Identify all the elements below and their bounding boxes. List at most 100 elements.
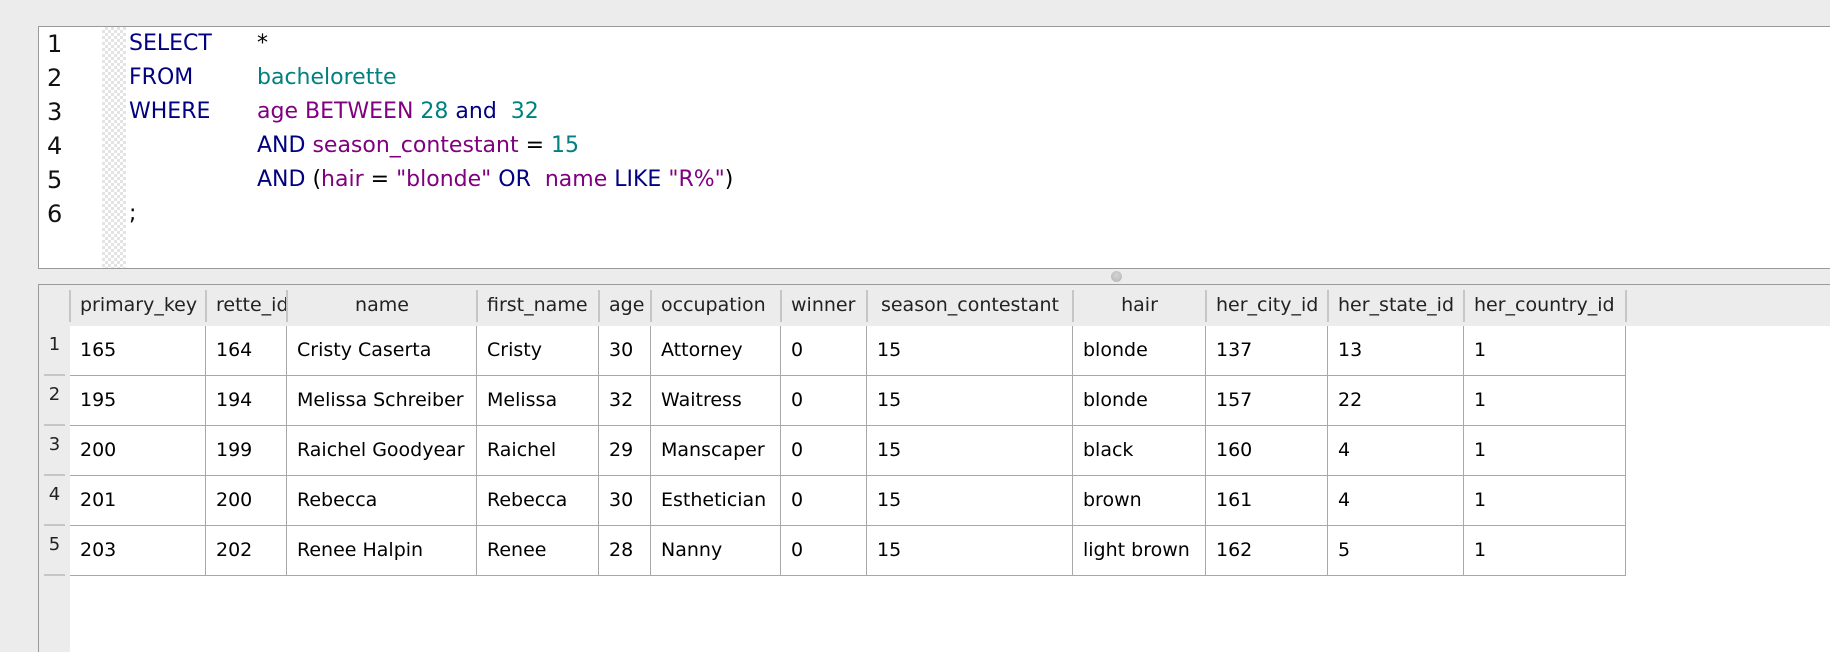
cell-rette-id[interactable]: 194 [206, 376, 287, 426]
code-line[interactable]: FROM bachelorette [129, 61, 396, 95]
cell-age[interactable]: 30 [599, 326, 651, 376]
pane-splitter[interactable] [38, 269, 1830, 284]
cell-her-city-id[interactable]: 157 [1206, 376, 1328, 426]
cell-age[interactable]: 28 [599, 526, 651, 576]
cell-hair[interactable]: blonde [1073, 326, 1206, 376]
row-number[interactable]: 5 [39, 526, 70, 576]
cell-hair[interactable]: blonde [1073, 376, 1206, 426]
code-token-kw: WHERE [129, 99, 211, 124]
cell-her-country-id[interactable]: 1 [1464, 426, 1626, 476]
cell-her-city-id[interactable]: 137 [1206, 326, 1328, 376]
code-line[interactable]: WHERE age BETWEEN 28 and 32 [129, 95, 539, 129]
cell-primary-key[interactable]: 203 [70, 526, 206, 576]
cell-winner[interactable]: 0 [781, 376, 867, 426]
cell-hair[interactable]: light brown [1073, 526, 1206, 576]
cell-name[interactable]: Renee Halpin [287, 526, 477, 576]
code-line[interactable]: SELECT * [129, 27, 268, 61]
cell-rette-id[interactable]: 200 [206, 476, 287, 526]
code-token-id: age BETWEEN [257, 99, 421, 124]
breakpoint-gutter[interactable] [102, 27, 126, 268]
code-token-plain: ) [724, 167, 734, 192]
cell-winner[interactable]: 0 [781, 526, 867, 576]
line-number: 4 [47, 132, 63, 160]
cell-rette-id[interactable]: 199 [206, 426, 287, 476]
code-token-id: hair [321, 167, 364, 192]
column-header-her-city-id[interactable]: her_city_id [1207, 285, 1327, 326]
code-line[interactable]: AND season_contestant = 15 [129, 129, 579, 163]
cell-age[interactable]: 30 [599, 476, 651, 526]
cell-primary-key[interactable]: 165 [70, 326, 206, 376]
cell-first-name[interactable]: Melissa [477, 376, 599, 426]
cell-occupation[interactable]: Esthetician [651, 476, 781, 526]
cell-winner[interactable]: 0 [781, 326, 867, 376]
cell-age[interactable]: 29 [599, 426, 651, 476]
cell-season-contestant[interactable]: 15 [867, 476, 1073, 526]
code-token-plain: ; [129, 201, 137, 226]
cell-hair[interactable]: brown [1073, 476, 1206, 526]
cell-primary-key[interactable]: 200 [70, 426, 206, 476]
column-header-season-contestant[interactable]: season_contestant [868, 285, 1072, 326]
cell-season-contestant[interactable]: 15 [867, 526, 1073, 576]
code-line[interactable]: ; [129, 197, 136, 231]
code-token-tbl: bachelorette [257, 65, 397, 90]
cell-occupation[interactable]: Manscaper [651, 426, 781, 476]
cell-season-contestant[interactable]: 15 [867, 426, 1073, 476]
cell-winner[interactable]: 0 [781, 426, 867, 476]
cell-her-city-id[interactable]: 161 [1206, 476, 1328, 526]
row-number[interactable]: 1 [39, 326, 70, 376]
column-header-her-state-id[interactable]: her_state_id [1329, 285, 1463, 326]
cell-name[interactable]: Cristy Caserta [287, 326, 477, 376]
cell-occupation[interactable]: Attorney [651, 326, 781, 376]
cell-occupation[interactable]: Waitress [651, 376, 781, 426]
code-token-kw: SELECT [129, 31, 212, 56]
column-header-age[interactable]: age [600, 285, 650, 326]
column-header-hair[interactable]: hair [1074, 285, 1205, 326]
column-header-first-name[interactable]: first_name [478, 285, 598, 326]
cell-her-country-id[interactable]: 1 [1464, 476, 1626, 526]
cell-her-country-id[interactable]: 1 [1464, 376, 1626, 426]
cell-name[interactable]: Raichel Goodyear [287, 426, 477, 476]
code-token-num: 28 [420, 99, 449, 124]
cell-first-name[interactable]: Cristy [477, 326, 599, 376]
row-number[interactable]: 2 [39, 376, 70, 426]
row-number[interactable]: 4 [39, 476, 70, 526]
results-grid: 12345 primary_key rette_id name first_name a… [38, 284, 1830, 652]
cell-first-name[interactable]: Renee [477, 526, 599, 576]
sql-editor[interactable]: 1 2 3 4 5 6 SELECT * FROM bachelorette WHERE age B… [38, 26, 1830, 269]
cell-her-city-id[interactable]: 160 [1206, 426, 1328, 476]
code-token-num: 32 [503, 99, 539, 124]
splitter-handle-icon[interactable] [1111, 271, 1122, 282]
cell-her-state-id[interactable]: 22 [1328, 376, 1464, 426]
cell-season-contestant[interactable]: 15 [867, 376, 1073, 426]
column-header-her-country-id[interactable]: her_country_id [1465, 285, 1625, 326]
column-header-primary-key[interactable]: primary_key [71, 285, 205, 326]
cell-season-contestant[interactable]: 15 [867, 326, 1073, 376]
cell-primary-key[interactable]: 195 [70, 376, 206, 426]
cell-her-country-id[interactable]: 1 [1464, 326, 1626, 376]
cell-primary-key[interactable]: 201 [70, 476, 206, 526]
column-resize-handle[interactable] [1625, 290, 1627, 322]
cell-occupation[interactable]: Nanny [651, 526, 781, 576]
cell-rette-id[interactable]: 202 [206, 526, 287, 576]
cell-her-country-id[interactable]: 1 [1464, 526, 1626, 576]
line-number: 6 [47, 200, 63, 228]
column-header-occupation[interactable]: occupation [652, 285, 780, 326]
row-number[interactable]: 3 [39, 426, 70, 476]
column-header-rette-id[interactable]: rette_id [207, 285, 286, 326]
cell-first-name[interactable]: Rebecca [477, 476, 599, 526]
cell-her-city-id[interactable]: 162 [1206, 526, 1328, 576]
cell-rette-id[interactable]: 164 [206, 326, 287, 376]
column-header-winner[interactable]: winner [782, 285, 866, 326]
cell-her-state-id[interactable]: 4 [1328, 476, 1464, 526]
cell-first-name[interactable]: Raichel [477, 426, 599, 476]
cell-her-state-id[interactable]: 13 [1328, 326, 1464, 376]
code-line[interactable]: AND (hair = "blonde" OR name LIKE "R%") [129, 163, 733, 197]
cell-her-state-id[interactable]: 4 [1328, 426, 1464, 476]
cell-winner[interactable]: 0 [781, 476, 867, 526]
cell-name[interactable]: Rebecca [287, 476, 477, 526]
cell-age[interactable]: 32 [599, 376, 651, 426]
cell-name[interactable]: Melissa Schreiber [287, 376, 477, 426]
column-header-name[interactable]: name [288, 285, 476, 326]
cell-her-state-id[interactable]: 5 [1328, 526, 1464, 576]
cell-hair[interactable]: black [1073, 426, 1206, 476]
